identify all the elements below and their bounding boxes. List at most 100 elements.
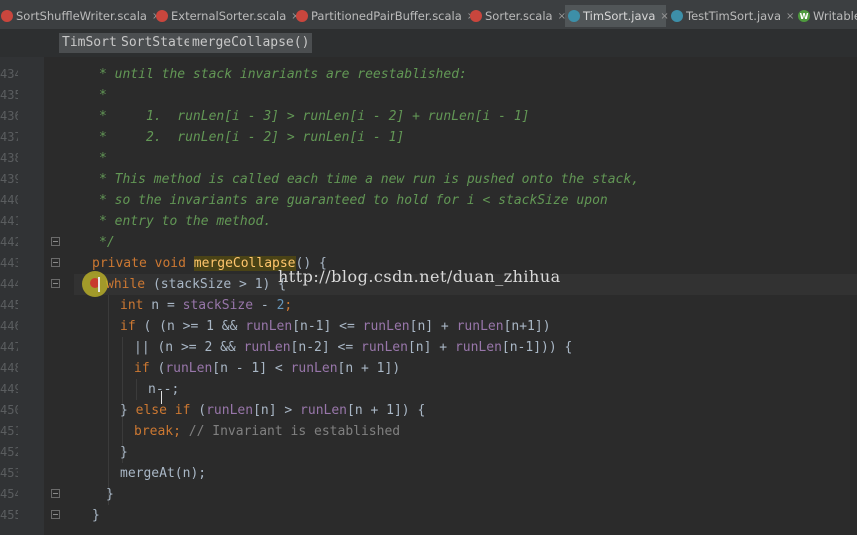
scala-file-icon [296,10,308,22]
field: runLen [456,319,504,334]
line-number: 443 [0,256,18,270]
tab-label: TimSort.java [583,9,656,23]
code-line-439: * This method is called each time a new … [99,172,640,187]
punct: [n-1] <= [292,319,363,334]
keyword: break [134,424,174,439]
keyword: if [174,403,191,418]
tab-testtimsort-java[interactable]: TestTimSort.java × [668,5,794,27]
keyword: void [154,256,186,271]
tab-partitionedpairbuffer-scala[interactable]: PartitionedPairBuffer.scala× [293,5,475,27]
code-line-442: */ [99,235,115,250]
punct: ( (n >= 1 && [143,319,246,334]
tab-label: ExternalSorter.scala [171,9,287,23]
tab-sorter-scala[interactable]: Sorter.scala × [467,5,566,27]
fold-collapse-icon[interactable] [51,510,60,519]
scala-file-icon [1,10,13,22]
field: runLen [243,340,291,355]
punct: ( [190,403,207,418]
breadcrumb-class-sortstate[interactable]: SortState [118,33,195,53]
punct: ; [173,424,181,439]
scala-file-icon [156,10,168,22]
line-number: 449 [0,382,18,396]
field: runLen [361,340,408,355]
scala-file-icon [470,10,482,22]
line-number: 435 [0,88,18,102]
line-number: 441 [0,214,18,228]
tab-externalsorter-scala[interactable]: ExternalSorter.scala× [153,5,300,27]
fold-collapse-icon[interactable] [51,237,60,246]
class-icon: W [798,10,810,22]
line-number: 448 [0,361,18,375]
mouse-ibeam-cursor [161,391,162,404]
code-line-449: n--; [148,382,180,397]
field: runLen [454,340,502,355]
watermark-url: http://blog.csdn.net/duan_zhihua [278,267,561,286]
line-number-gutter: 434 435 436 437 438 439 440 441 442 443 444 445 446 4… [0,57,44,535]
line-number: 445 [0,298,18,312]
punct: ; [284,298,293,313]
text-caret [98,277,100,292]
breakpoint-icon[interactable] [82,271,108,297]
fold-collapse-icon[interactable] [51,258,60,267]
line-number: 437 [0,130,18,144]
line-number: 452 [0,445,18,459]
keyword: if [120,319,136,334]
punct: [n-2] <= [290,340,361,355]
code-line-451: break; // Invariant is established [134,421,400,442]
code-line-455: } [92,508,100,523]
punct: n = [143,298,183,313]
line-number: 453 [0,466,18,480]
breadcrumb-class-timsort[interactable]: TimSort [59,33,120,53]
line-number: 434 [0,67,18,81]
punct: [n] > [253,403,301,418]
line-comment: // Invariant is established [180,424,401,439]
tab-label: PartitionedPairBuffer.scala [311,9,462,23]
tab-writable[interactable]: W Writable [795,5,857,27]
code-line-437: * 2. runLen[i - 2] > runLen[i - 1] [99,130,405,145]
code-line-436: * 1. runLen[i - 3] > runLen[i - 2] + run… [99,109,530,124]
code-line-434: * until the stack invariants are reestab… [99,67,467,82]
field: runLen [245,319,293,334]
code-line-445: int n = stackSize - 2; [120,295,292,316]
fold-collapse-icon[interactable] [51,279,60,288]
line-number: 446 [0,319,18,333]
punct: - [253,298,277,313]
breadcrumb-method-mergecollapse[interactable]: mergeCollapse() [189,33,313,53]
field: runLen [362,319,410,334]
code-line-447: || (n >= 2 && runLen[n-2] <= runLen[n] +… [134,337,572,358]
java-file-icon [671,10,683,22]
tab-timsort-java[interactable]: TimSort.java × [565,5,669,27]
line-number: 438 [0,151,18,165]
code-line-444: while (stackSize > 1) { [106,274,286,295]
fold-collapse-icon[interactable] [51,489,60,498]
keyword: else [135,403,167,418]
line-number: 454 [0,487,18,501]
punct: [n + 1]) [337,361,401,376]
line-number: 439 [0,172,18,186]
line-number: 436 [0,109,18,123]
field: runLen [300,403,348,418]
field: runLen [206,403,254,418]
code-line-435: * [99,88,107,103]
line-number: 455 [0,508,18,522]
punct: [n + 1]) { [347,403,426,418]
punct: || (n >= 2 && [134,340,244,355]
code-line-448: if (runLen[n - 1] < runLen[n + 1]) [134,358,400,379]
tab-label: Sorter.scala [485,9,553,23]
line-number: 447 [0,340,18,354]
fold-column [44,57,74,535]
code-line-440: * so the invariants are guaranteed to ho… [99,193,608,208]
line-number: 450 [0,403,18,417]
punct: [n - 1] < [212,361,291,376]
punct: [n] + [407,340,455,355]
line-number: 451 [0,424,18,438]
code-line-453: mergeAt(n); [120,463,206,484]
punct: [n+1]) [503,319,551,334]
tab-sortshufflewriter-scala[interactable]: SortShuffleWriter.scala× [0,5,160,27]
method-call: mergeAt [120,466,175,481]
close-icon[interactable]: × [786,11,794,22]
keyword: while [106,277,146,292]
keyword: int [120,298,144,313]
line-number: 442 [0,235,18,249]
tab-label: TestTimSort.java [686,9,782,23]
